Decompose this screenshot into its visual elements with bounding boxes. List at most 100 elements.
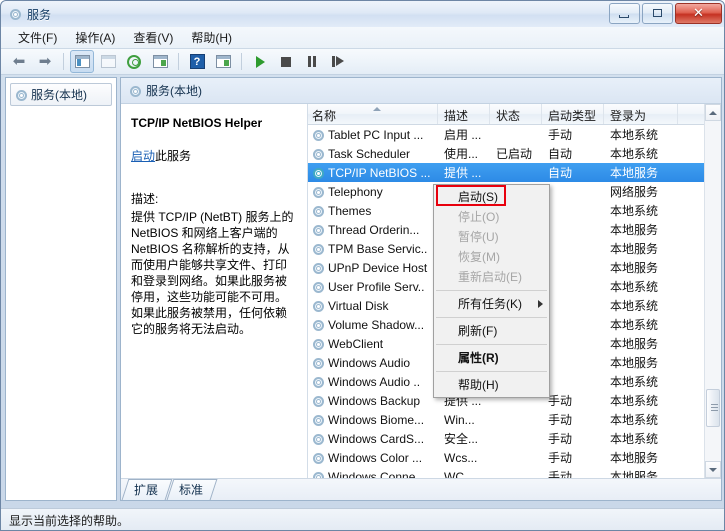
start-service-link[interactable]: 启动 bbox=[131, 149, 155, 163]
cell-startup-type: 自动 bbox=[542, 145, 604, 162]
split-panes: TCP/IP NetBIOS Helper 启动此服务 描述: 提供 TCP/I… bbox=[121, 104, 721, 478]
list-vertical-scrollbar[interactable] bbox=[704, 104, 721, 478]
description-label: 描述: bbox=[131, 190, 297, 207]
gear-icon bbox=[312, 129, 324, 141]
refresh-button[interactable] bbox=[122, 50, 146, 73]
close-button[interactable]: ✕ bbox=[675, 3, 722, 24]
menu-file[interactable]: 文件(F) bbox=[9, 26, 66, 49]
restart-service-button[interactable] bbox=[326, 50, 350, 73]
cell-startup-type: 手动 bbox=[542, 126, 604, 143]
tab-standard[interactable]: 标准 bbox=[167, 479, 218, 500]
context-menu-item-label: 帮助(H) bbox=[458, 378, 499, 392]
cell-logon-as: 本地系统 bbox=[604, 145, 678, 162]
gear-icon bbox=[312, 224, 324, 236]
context-menu-item-label: 暂停(U) bbox=[458, 230, 499, 244]
tab-extended[interactable]: 扩展 bbox=[122, 479, 173, 500]
start-service-button[interactable] bbox=[248, 50, 272, 73]
minimize-icon bbox=[619, 15, 629, 18]
context-menu-item[interactable]: 所有任务(K) bbox=[434, 294, 549, 314]
table-row[interactable]: Windows Biome...Win...手动本地系统 bbox=[308, 410, 721, 429]
table-row[interactable]: Windows Conne...WC...手动本地服务 bbox=[308, 467, 721, 478]
cell-name: Virtual Disk bbox=[308, 299, 438, 313]
stop-service-button[interactable] bbox=[274, 50, 298, 73]
menu-separator bbox=[436, 344, 547, 345]
context-menu-item: 暂停(U) bbox=[434, 227, 549, 247]
cell-state: 已启动 bbox=[490, 145, 542, 162]
table-row[interactable]: Tablet PC Input ...启用 ...手动本地系统 bbox=[308, 125, 721, 144]
cell-name: Windows Backup bbox=[308, 394, 438, 408]
maximize-button[interactable] bbox=[642, 3, 673, 24]
table-row[interactable]: Windows Color ...Wcs...手动本地服务 bbox=[308, 448, 721, 467]
column-header-startup-type[interactable]: 启动类型 bbox=[542, 104, 604, 124]
cell-description: 提供 ... bbox=[438, 164, 490, 181]
cell-description: WC... bbox=[438, 470, 490, 479]
pause-service-button[interactable] bbox=[300, 50, 324, 73]
context-menu-item-label: 刷新(F) bbox=[458, 324, 497, 338]
cell-name: Windows Audio .. bbox=[308, 375, 438, 389]
cell-name: Windows Color ... bbox=[308, 451, 438, 465]
context-menu-item[interactable]: 启动(S) bbox=[434, 187, 549, 207]
gear-icon bbox=[312, 319, 324, 331]
context-menu-item[interactable]: 属性(R) bbox=[434, 348, 549, 368]
table-row[interactable]: TCP/IP NetBIOS ...提供 ...自动本地服务 bbox=[308, 163, 721, 182]
menu-separator bbox=[436, 290, 547, 291]
scroll-down-button[interactable] bbox=[705, 461, 721, 478]
cell-logon-as: 本地服务 bbox=[604, 259, 678, 276]
cell-name-label: Windows Backup bbox=[328, 394, 420, 408]
cell-name-label: Task Scheduler bbox=[328, 147, 410, 161]
menu-action[interactable]: 操作(A) bbox=[66, 26, 124, 49]
gear-icon bbox=[312, 433, 324, 445]
close-icon: ✕ bbox=[676, 4, 721, 23]
cell-startup-type: 手动 bbox=[542, 430, 604, 447]
context-menu-item-label: 停止(O) bbox=[458, 210, 499, 224]
cell-name: TPM Base Servic.. bbox=[308, 242, 438, 256]
table-row[interactable]: Task Scheduler使用...已启动自动本地系统 bbox=[308, 144, 721, 163]
chevron-up-icon bbox=[709, 111, 717, 115]
cell-name-label: Windows Audio .. bbox=[328, 375, 420, 389]
scrollbar-thumb[interactable] bbox=[706, 389, 720, 427]
column-header-name-label: 名称 bbox=[312, 107, 336, 124]
column-header-state[interactable]: 状态 bbox=[490, 104, 542, 124]
table-row[interactable]: Windows CardS...安全...手动本地系统 bbox=[308, 429, 721, 448]
tree-item-services-local[interactable]: 服务(本地) bbox=[10, 83, 112, 106]
gear-icon bbox=[312, 243, 324, 255]
scroll-up-button[interactable] bbox=[705, 104, 721, 121]
minimize-button[interactable] bbox=[609, 3, 640, 24]
forward-button[interactable]: ➡ bbox=[33, 50, 57, 73]
cell-name: UPnP Device Host bbox=[308, 261, 438, 275]
cell-name: Windows Conne... bbox=[308, 470, 438, 479]
gear-icon bbox=[312, 338, 324, 350]
gear-icon bbox=[312, 471, 324, 479]
column-header-description[interactable]: 描述 bbox=[438, 104, 490, 124]
context-menu-item: 重新启动(E) bbox=[434, 267, 549, 287]
cell-logon-as: 本地服务 bbox=[604, 354, 678, 371]
context-menu-item[interactable]: 帮助(H) bbox=[434, 375, 549, 395]
tree-item-label: 服务(本地) bbox=[31, 86, 87, 103]
gear-icon bbox=[312, 300, 324, 312]
cell-logon-as: 本地服务 bbox=[604, 449, 678, 466]
cell-name: User Profile Serv.. bbox=[308, 280, 438, 294]
view-tabs: 扩展 标准 bbox=[121, 478, 721, 500]
cell-logon-as: 本地系统 bbox=[604, 430, 678, 447]
forward-icon: ➡ bbox=[39, 54, 52, 69]
show-hide-tree-button[interactable] bbox=[70, 50, 94, 73]
gear-icon bbox=[312, 205, 324, 217]
status-bar: 显示当前选择的帮助。 bbox=[1, 508, 725, 530]
menu-help[interactable]: 帮助(H) bbox=[182, 26, 241, 49]
column-header-name[interactable]: 名称 bbox=[308, 104, 438, 124]
menu-bar: 文件(F) 操作(A) 查看(V) 帮助(H) bbox=[1, 27, 725, 49]
export-list-button[interactable] bbox=[148, 50, 172, 73]
context-menu-item[interactable]: 刷新(F) bbox=[434, 321, 549, 341]
save-button[interactable] bbox=[96, 50, 120, 73]
toolbar: ⬅ ➡ ? bbox=[1, 49, 725, 75]
menu-view[interactable]: 查看(V) bbox=[124, 26, 182, 49]
cell-name-label: Windows Biome... bbox=[328, 413, 424, 427]
cell-name-label: Windows CardS... bbox=[328, 432, 424, 446]
properties-button[interactable] bbox=[211, 50, 235, 73]
back-button[interactable]: ⬅ bbox=[7, 50, 31, 73]
help-button[interactable]: ? bbox=[185, 50, 209, 73]
results-pane: 服务(本地) TCP/IP NetBIOS Helper 启动此服务 描述: 提… bbox=[120, 77, 722, 501]
show-hide-tree-icon bbox=[75, 55, 90, 68]
column-header-logon-as[interactable]: 登录为 bbox=[604, 104, 678, 124]
cell-name-label: Virtual Disk bbox=[328, 299, 388, 313]
